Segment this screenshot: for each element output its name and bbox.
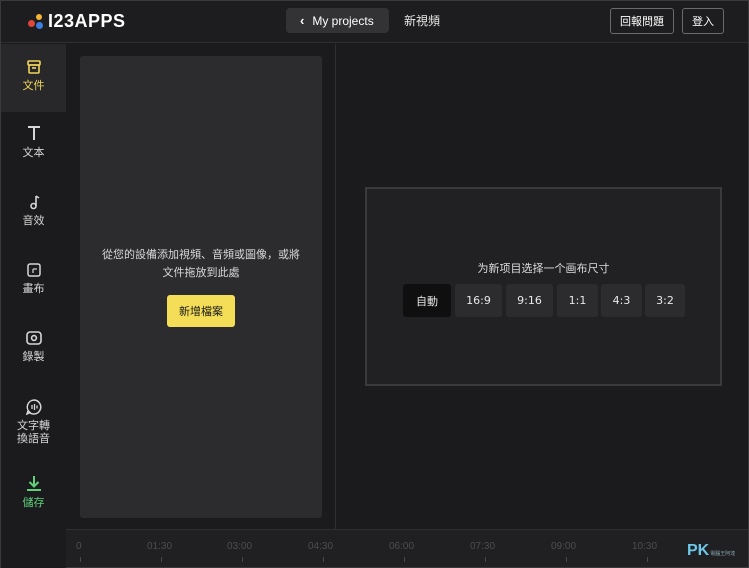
sidebar-item-label-line1: 文字轉	[17, 419, 50, 432]
login-button[interactable]: 登入	[682, 8, 724, 34]
logo-text: I23APPS	[48, 10, 126, 31]
sidebar-item-text[interactable]: 文本	[1, 124, 66, 174]
timeline-tick-mark	[161, 557, 162, 562]
sidebar-item-label: 文件	[22, 79, 45, 92]
timeline-tick-mark	[323, 557, 324, 562]
sidebar-item-label-line2: 換語音	[17, 432, 50, 445]
timeline-tick-label: 07:30	[470, 541, 496, 552]
top-header: I23APPS ‹ My projects 新視頻 回報問題 登入	[1, 1, 748, 43]
music-note-icon	[29, 195, 39, 210]
watermark-small-text: 電腦王阿達	[710, 551, 736, 557]
sidebar-item-files[interactable]: 文件	[1, 44, 66, 112]
text-icon	[27, 126, 40, 140]
project-title[interactable]: 新視頻	[404, 12, 440, 29]
sidebar-item-label: 畫布	[22, 282, 45, 295]
canvas-prompt: 为新项目选择一个画布尺寸	[477, 262, 610, 275]
sidebar-item-audio[interactable]: 音效	[1, 194, 66, 239]
timeline-tick-label: 04:30	[308, 541, 334, 552]
timeline-tick-label: 09:00	[551, 541, 577, 552]
ratio-3-2-button[interactable]: 3:2	[645, 284, 685, 317]
ratio-16-9-button[interactable]: 16:9	[455, 284, 502, 317]
sidebar-item-label: 音效	[22, 214, 45, 227]
media-hint-line2: 文件拖放到此處	[162, 266, 240, 279]
download-icon	[26, 476, 41, 491]
timeline-tick-label: 10:30	[632, 541, 658, 552]
media-hint-line1: 從您的設備添加視頻、音頻或圖像，或將	[102, 248, 300, 261]
timeline-tick-mark	[566, 557, 567, 562]
report-issue-button[interactable]: 回報問題	[610, 8, 674, 34]
sidebar-item-text-to-speech[interactable]: 文字轉 換語音	[1, 399, 66, 454]
add-file-button[interactable]: 新增檔案	[167, 295, 235, 327]
timeline-tick-mark	[80, 557, 81, 562]
timeline-tick-label: 06:00	[389, 541, 415, 552]
timeline-tick-label: 01:30	[147, 541, 173, 552]
canvas-size-chooser: 为新项目选择一个画布尺寸 自動 16:9 9:16 1:1 4:3 3:2	[365, 187, 722, 386]
my-projects-button[interactable]: ‹ My projects	[286, 8, 389, 33]
timeline-tick-mark	[647, 557, 648, 562]
chevron-left-icon: ‹	[300, 13, 305, 28]
record-icon	[25, 331, 42, 345]
ratio-4-3-button[interactable]: 4:3	[601, 284, 642, 317]
timeline-tick-label: 03:00	[227, 541, 253, 552]
sidebar-item-label: 儲存	[22, 496, 45, 509]
ratio-1-1-button[interactable]: 1:1	[557, 284, 598, 317]
my-projects-label: My projects	[312, 13, 374, 28]
files-icon	[26, 60, 41, 74]
timeline-tick-mark	[242, 557, 243, 562]
sidebar-item-canvas[interactable]: 畫布	[1, 262, 66, 307]
sidebar-item-label: 錄製	[22, 350, 45, 363]
logo-dots-icon	[27, 12, 45, 30]
panel-divider	[335, 44, 336, 529]
text-to-speech-icon	[25, 399, 41, 415]
timeline[interactable]: 0 01:30 03:00 04:30 06:00 07:30 09:00 10…	[66, 529, 748, 567]
media-drop-zone[interactable]: 從您的設備添加視頻、音頻或圖像，或將 文件拖放到此處 新增檔案	[80, 56, 322, 518]
media-hint: 從您的設備添加視頻、音頻或圖像，或將 文件拖放到此處	[80, 246, 322, 282]
sidebar-item-save[interactable]: 儲存	[1, 474, 66, 519]
watermark-logo: PK 電腦王阿達	[687, 542, 735, 560]
timeline-tick-mark	[404, 557, 405, 562]
timeline-tick-label: 0	[76, 541, 82, 552]
timeline-tick-mark	[485, 557, 486, 562]
watermark-text: PK	[687, 542, 710, 559]
app-logo[interactable]: I23APPS	[27, 11, 126, 31]
canvas-icon	[26, 263, 41, 277]
ratio-auto-button[interactable]: 自動	[403, 284, 451, 317]
sidebar-item-label: 文本	[22, 146, 45, 159]
sidebar: 文件 文本 音效 畫布 錄製 文字轉 換語音 儲存	[1, 44, 66, 568]
ratio-9-16-button[interactable]: 9:16	[506, 284, 553, 317]
sidebar-item-record[interactable]: 錄製	[1, 330, 66, 375]
